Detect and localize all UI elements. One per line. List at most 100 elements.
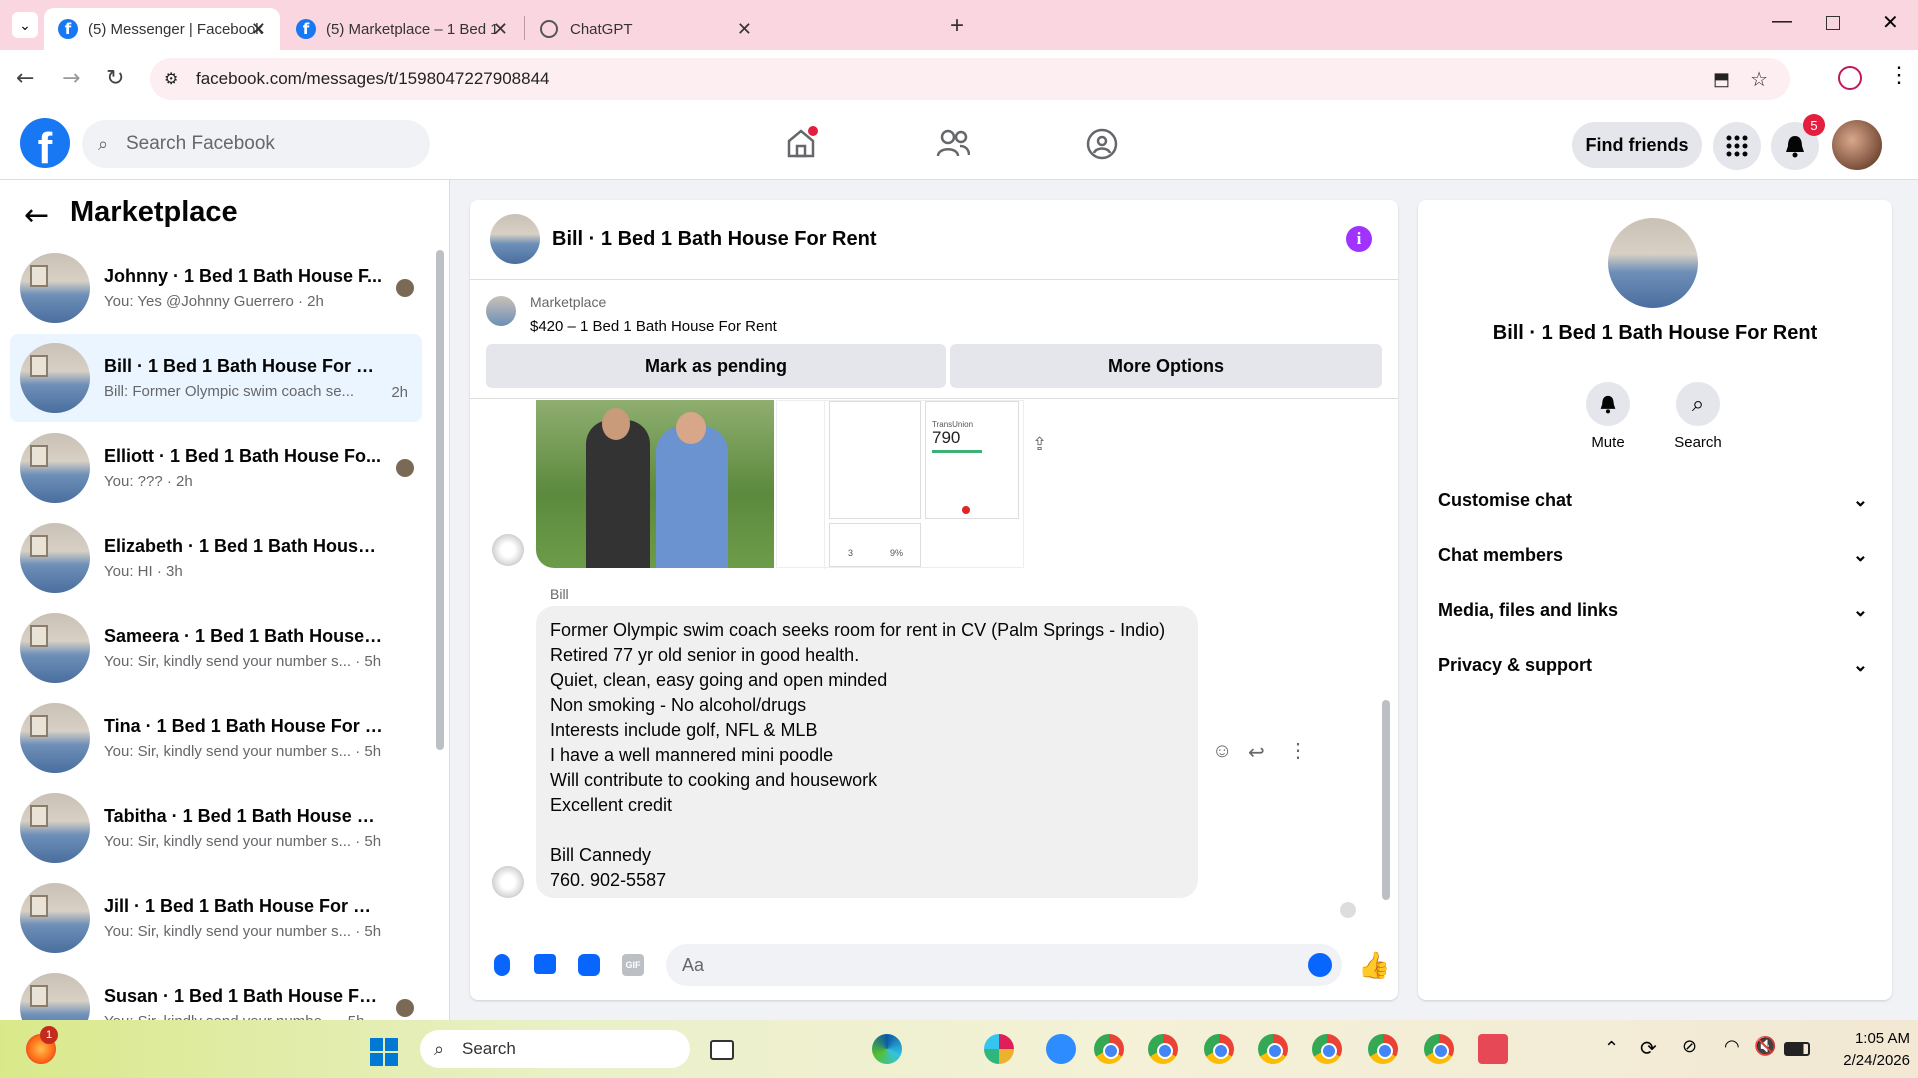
- volume-muted-icon[interactable]: 🔇: [1754, 1036, 1776, 1057]
- battery-icon[interactable]: [1784, 1042, 1810, 1056]
- close-window-icon[interactable]: ✕: [1882, 10, 1899, 35]
- tab-chatgpt[interactable]: ChatGPT ✕: [526, 8, 766, 50]
- conversation-preview: You: HI · 3h: [104, 563, 183, 580]
- seen-avatar: [396, 279, 414, 297]
- chrome-icon[interactable]: [1312, 1034, 1342, 1064]
- conversation-item[interactable]: Jill · 1 Bed 1 Bath House For Rent You: S…: [10, 874, 422, 962]
- notifications-bell-icon[interactable]: 5: [1771, 114, 1825, 170]
- customise-chat-section[interactable]: Customise chat ⌄: [1438, 490, 1868, 511]
- chevron-up-icon[interactable]: ⌃: [1604, 1038, 1619, 1059]
- chat-title[interactable]: Bill · 1 Bed 1 Bath House For Rent: [552, 228, 876, 251]
- share-icon[interactable]: ⇪: [1032, 434, 1047, 455]
- groups-icon[interactable]: [1086, 128, 1118, 165]
- chrome-icon[interactable]: [1424, 1034, 1454, 1064]
- chat-avatar[interactable]: [490, 214, 540, 264]
- facebook-search-input[interactable]: ⌕ Search Facebook: [82, 120, 430, 168]
- sidebar-scrollbar[interactable]: [436, 250, 444, 750]
- profile-icon[interactable]: [1838, 66, 1862, 90]
- media-files-section[interactable]: Media, files and links ⌄: [1438, 600, 1868, 621]
- microphone-icon[interactable]: [494, 954, 510, 976]
- conversation-avatar: [20, 253, 90, 323]
- url-field[interactable]: ⚙ facebook.com/messages/t/15980472279088…: [150, 58, 1790, 100]
- minimize-icon[interactable]: —: [1772, 10, 1792, 33]
- listing-title[interactable]: $420 – 1 Bed 1 Bath House For Rent: [530, 318, 777, 335]
- chrome-icon[interactable]: [1368, 1034, 1398, 1064]
- sync-icon[interactable]: ⟳: [1640, 1036, 1657, 1061]
- menu-grid-icon[interactable]: [1713, 122, 1761, 170]
- conversation-item[interactable]: Johnny · 1 Bed 1 Bath House F... You: Yes…: [10, 244, 422, 332]
- conversation-name: Bill · 1 Bed 1 Bath House For Rent: [104, 356, 384, 376]
- zoom-icon[interactable]: [1046, 1034, 1076, 1064]
- bookmark-star-icon[interactable]: ☆: [1750, 67, 1768, 92]
- windows-start-icon[interactable]: [370, 1038, 398, 1066]
- conversation-item[interactable]: Elizabeth · 1 Bed 1 Bath House F... You: …: [10, 514, 422, 602]
- conversation-item[interactable]: Tina · 1 Bed 1 Bath House For Rent You: S…: [10, 694, 422, 782]
- chrome-icon[interactable]: [1148, 1034, 1178, 1064]
- tab-messenger[interactable]: f (5) Messenger | Facebook ✕: [44, 8, 280, 50]
- edge-icon[interactable]: [872, 1034, 902, 1064]
- facebook-favicon-icon: f: [296, 19, 316, 39]
- search-chat-button[interactable]: ⌕ Search: [1668, 382, 1728, 451]
- taskbar-search[interactable]: ⌕ Search: [420, 1030, 690, 1068]
- like-icon[interactable]: 👍: [1358, 950, 1390, 981]
- slack-icon[interactable]: [984, 1034, 1014, 1064]
- more-actions-icon[interactable]: ⋮: [1288, 738, 1308, 763]
- gif-icon[interactable]: GIF: [622, 954, 644, 976]
- task-view-icon[interactable]: [710, 1040, 734, 1060]
- tab-search-icon[interactable]: ⌄: [12, 12, 38, 38]
- chrome-icon[interactable]: [1204, 1034, 1234, 1064]
- conversation-item[interactable]: Susan · 1 Bed 1 Bath House Fo... You: Sir…: [10, 964, 422, 1020]
- menu-dots-icon[interactable]: ⋮: [1888, 62, 1910, 88]
- page-scrollbar[interactable]: [1906, 116, 1916, 1016]
- emoji-icon[interactable]: [1308, 953, 1332, 977]
- info-icon[interactable]: i: [1346, 226, 1372, 252]
- site-settings-icon[interactable]: ⚙: [164, 69, 178, 89]
- new-tab-icon[interactable]: +: [950, 12, 964, 40]
- restore-icon[interactable]: [1826, 16, 1840, 30]
- conversation-preview: You: Sir, kindly send your number s... ·…: [104, 653, 382, 670]
- friends-icon[interactable]: [936, 128, 971, 163]
- account-avatar[interactable]: [1832, 120, 1882, 170]
- conversation-item[interactable]: Tabitha · 1 Bed 1 Bath House For... You: …: [10, 784, 422, 872]
- conversation-item[interactable]: Bill · 1 Bed 1 Bath House For Rent Bill: …: [10, 334, 422, 422]
- install-icon[interactable]: ⬒: [1713, 69, 1730, 90]
- clock-time[interactable]: 1:05 AM: [1830, 1030, 1910, 1047]
- clock-date[interactable]: 2/24/2026: [1820, 1052, 1910, 1069]
- message-input[interactable]: Aa: [666, 944, 1342, 986]
- golf-photo[interactable]: [536, 400, 774, 568]
- camera-off-icon[interactable]: ⊘: [1682, 1036, 1697, 1057]
- back-icon[interactable]: ←: [16, 66, 34, 91]
- privacy-support-section[interactable]: Privacy & support ⌄: [1438, 655, 1868, 676]
- mark-as-pending-button[interactable]: Mark as pending: [486, 344, 946, 388]
- snipping-tool-icon[interactable]: [1478, 1034, 1508, 1064]
- find-friends-button[interactable]: Find friends: [1572, 122, 1702, 168]
- more-options-button[interactable]: More Options: [950, 344, 1382, 388]
- tab-marketplace[interactable]: f (5) Marketplace – 1 Bed 1 Bath ✕: [282, 8, 522, 50]
- close-icon[interactable]: ✕: [493, 19, 508, 40]
- credit-report-screenshot[interactable]: TransUnion 790 3 9%: [776, 400, 1024, 569]
- reload-icon[interactable]: ↻: [106, 66, 124, 91]
- chrome-icon[interactable]: [1094, 1034, 1124, 1064]
- sticker-icon[interactable]: [578, 954, 600, 976]
- mute-button[interactable]: Mute: [1582, 382, 1634, 451]
- conversation-item[interactable]: Elliott · 1 Bed 1 Bath House Fo... You: ?…: [10, 424, 422, 512]
- read-receipt-avatar: [1340, 902, 1356, 918]
- chat-members-section[interactable]: Chat members ⌄: [1438, 545, 1868, 566]
- message-bubble[interactable]: Former Olympic swim coach seeks room for…: [536, 606, 1198, 898]
- close-icon[interactable]: ✕: [251, 19, 266, 40]
- wifi-icon[interactable]: ◠: [1724, 1036, 1740, 1057]
- forward-icon[interactable]: →: [62, 66, 80, 91]
- facebook-logo[interactable]: f: [20, 118, 70, 168]
- chrome-icon[interactable]: [1258, 1034, 1288, 1064]
- conversation-time: 2h: [391, 384, 408, 401]
- home-icon[interactable]: [784, 126, 818, 160]
- back-arrow-icon[interactable]: ←: [24, 198, 49, 233]
- reply-icon[interactable]: ↩: [1248, 740, 1265, 765]
- react-icon[interactable]: ☺: [1212, 740, 1232, 763]
- close-icon[interactable]: ✕: [737, 19, 752, 40]
- conversation-item[interactable]: Sameera · 1 Bed 1 Bath House Fo... You: S…: [10, 604, 422, 692]
- listing-source: Marketplace: [530, 294, 607, 310]
- facebook-header: f ⌕ Search Facebook Find friends 5: [0, 108, 1918, 180]
- photo-icon[interactable]: [534, 954, 556, 974]
- chat-scrollbar[interactable]: [1382, 700, 1390, 900]
